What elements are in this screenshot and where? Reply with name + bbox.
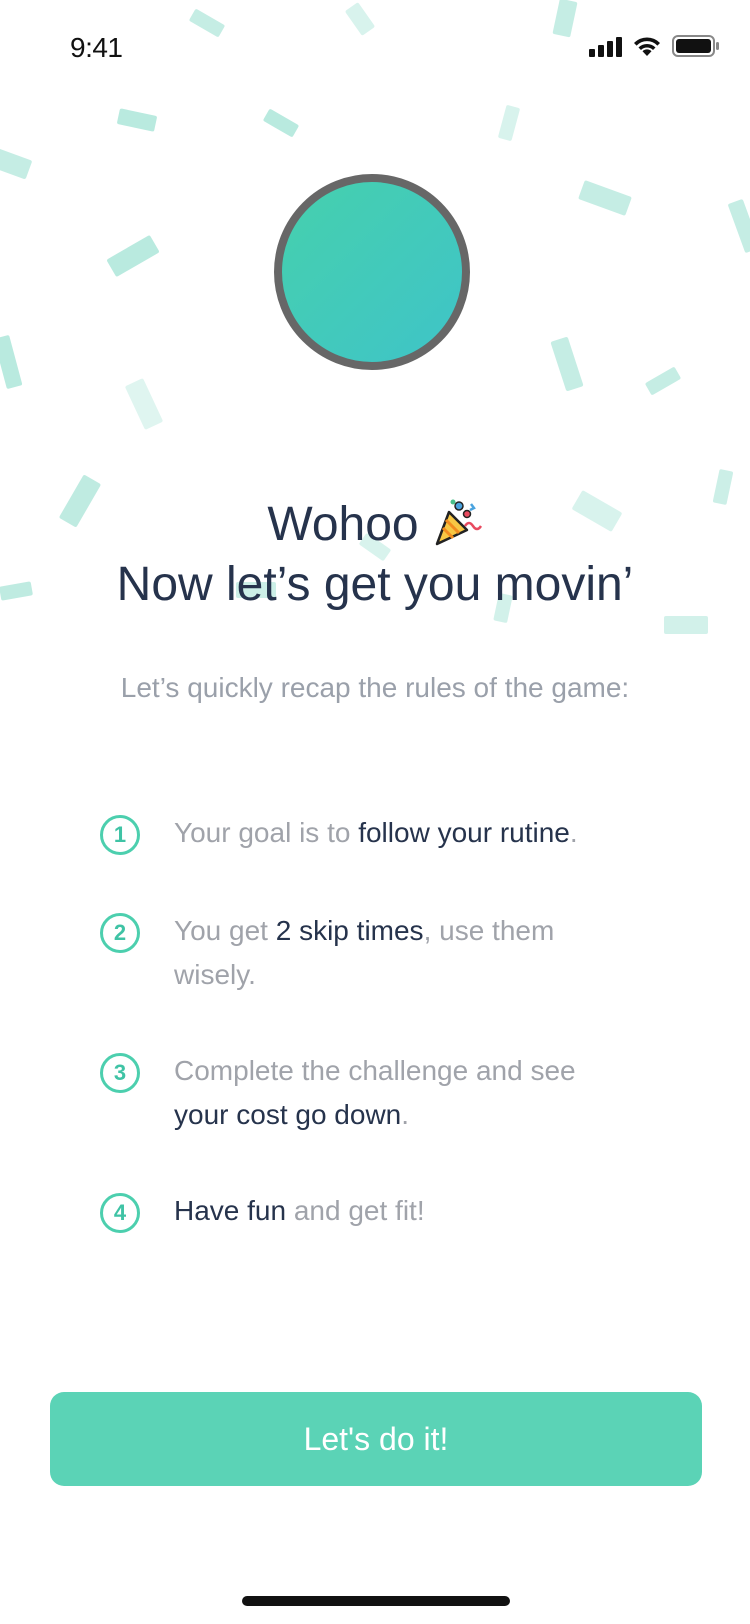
title-line-1: Wohoo [267, 498, 419, 551]
confetti-piece [124, 378, 164, 430]
page-title: Wohoo [0, 496, 750, 554]
rule-text-part: . [401, 1099, 410, 1130]
rule-text-part: and get fit! [286, 1195, 425, 1226]
status-icons [589, 34, 720, 58]
rules-intro-text: Let’s quickly recap the rules of the gam… [120, 672, 630, 703]
rule-number-badge: 2 [100, 913, 140, 953]
rule-number-badge: 3 [100, 1053, 140, 1093]
rule-text: Have fun and get fit! [174, 1189, 634, 1233]
home-indicator[interactable] [242, 1596, 510, 1606]
status-time: 9:41 [70, 32, 123, 63]
status-bar: 9:41 [0, 0, 750, 96]
confetti-piece [116, 108, 158, 132]
rule-text-part: . [569, 817, 578, 848]
confetti-piece [644, 366, 682, 396]
battery-icon [672, 35, 720, 57]
confetti-piece [550, 336, 584, 392]
rule-highlight: follow your rutine [358, 817, 570, 848]
rule-highlight: your cost go down [174, 1099, 402, 1130]
page-subtitle-heading: Now let’s get you movin’ [116, 558, 634, 611]
confetti-piece [497, 104, 521, 142]
rule-number-badge: 1 [100, 815, 140, 855]
rule-text: Your goal is to follow your rutine. [174, 811, 634, 855]
confetti-piece [664, 616, 708, 634]
rule-text-part: You get [174, 915, 276, 946]
confetti-piece [578, 180, 632, 216]
party-popper-icon [431, 496, 483, 548]
confetti-piece [262, 108, 300, 138]
rule-text: You get 2 skip times, use them wisely. [174, 909, 634, 997]
rule-number-badge: 4 [100, 1193, 140, 1233]
confetti-piece [0, 334, 23, 390]
wifi-icon [632, 35, 662, 57]
cellular-signal-icon [589, 35, 622, 57]
lets-do-it-button[interactable]: Let's do it! [50, 1392, 702, 1486]
rule-text-part: Your goal is to [174, 817, 359, 848]
confetti-piece [727, 198, 750, 254]
confetti-piece [0, 148, 33, 180]
rule-highlight: Have fun [174, 1195, 287, 1226]
onboarding-screen: 9:41 Wohoo Now let’s get you movin’ Let’… [0, 0, 750, 1624]
rule-highlight: 2 skip times [275, 915, 424, 946]
avatar [274, 174, 470, 370]
rule-text-part: Complete the challenge and see [174, 1055, 576, 1086]
confetti-piece [106, 234, 160, 278]
rule-text: Complete the challenge and see your cost… [174, 1049, 634, 1137]
